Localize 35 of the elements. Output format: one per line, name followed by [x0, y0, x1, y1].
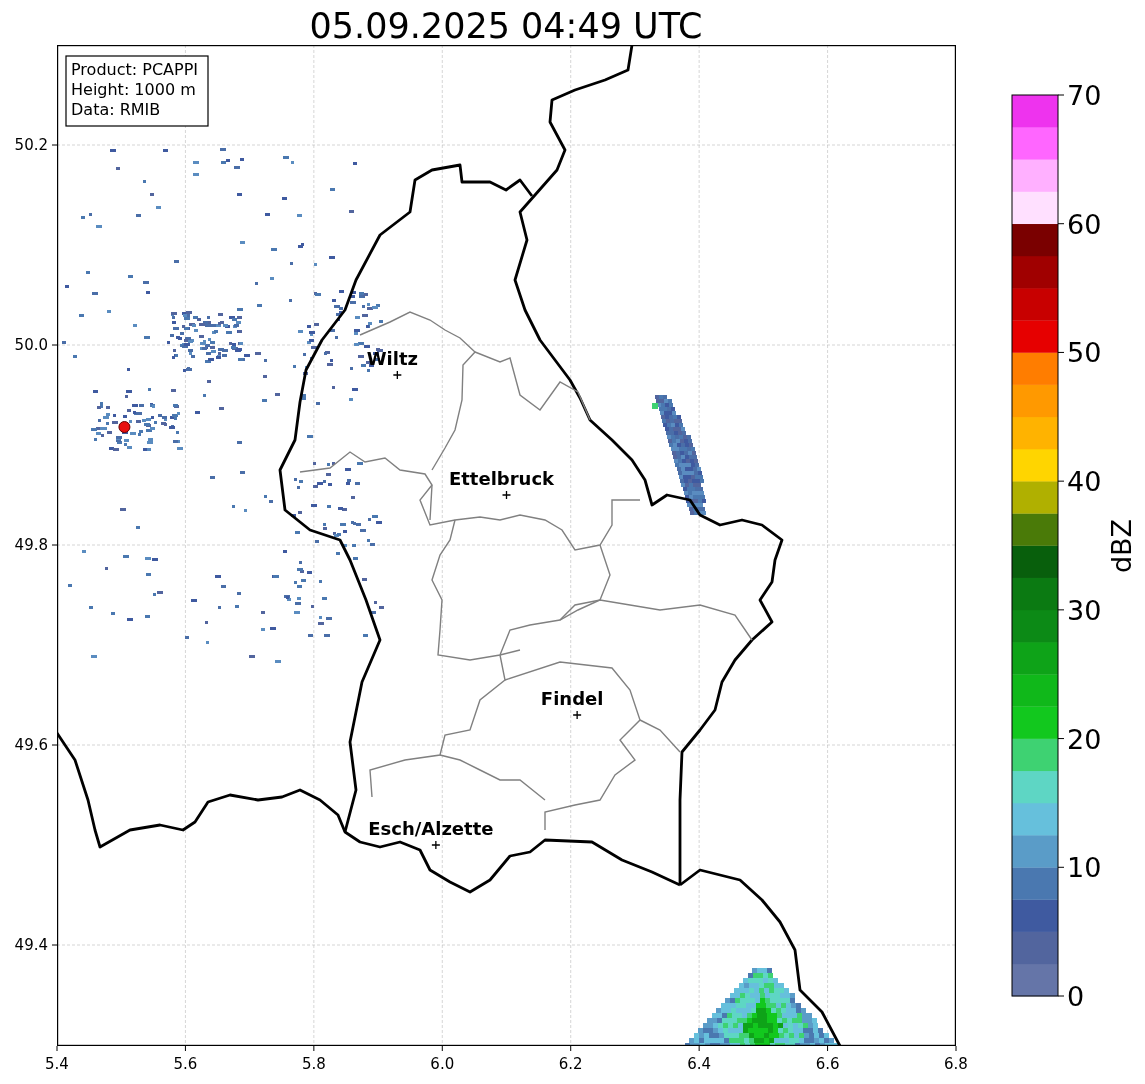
city-marker: [572, 710, 582, 720]
x-tick-label: 6.6: [815, 1055, 840, 1073]
x-tick-label: 6.0: [430, 1055, 455, 1073]
colorbar-tick-label: 40: [1067, 466, 1102, 498]
city-marker: [392, 370, 402, 380]
y-tick-label: 50.0: [14, 336, 48, 354]
colorbar-tick-label: 70: [1067, 80, 1102, 111]
y-tick-label: 49.6: [14, 736, 48, 754]
city-label: Wiltz: [366, 348, 418, 369]
city-label: Esch/Alzette: [368, 818, 494, 839]
y-tick-label: 49.4: [14, 936, 48, 954]
colorbar-tick-label: 30: [1067, 594, 1102, 626]
legend-text: Product: PCAPPI: [71, 60, 198, 79]
city-label: Findel: [540, 688, 604, 709]
chart-title: 05.09.2025 04:49 UTC: [309, 6, 703, 46]
colorbar-tick-label: 50: [1067, 337, 1102, 369]
x-tick-label: 6.2: [558, 1055, 583, 1073]
x-tick-label: 5.6: [173, 1055, 198, 1073]
legend-text: Data: RMIB: [71, 100, 161, 119]
colorbar-tick-label: 20: [1067, 723, 1102, 755]
city-label: Ettelbruck: [448, 468, 555, 489]
colorbar-tick-label: 0: [1067, 981, 1085, 1012]
radar-site-marker: [118, 421, 131, 433]
y-tick-label: 50.2: [14, 136, 48, 154]
x-tick-label: 6.8: [944, 1055, 968, 1073]
x-tick-label: 5.4: [45, 1055, 69, 1073]
x-tick-label: 6.4: [687, 1055, 712, 1073]
city-marker: [501, 490, 512, 500]
x-tick-label: 5.8: [301, 1055, 326, 1073]
y-tick-label: 49.8: [14, 536, 48, 554]
legend-text: Height: 1000 m: [71, 80, 196, 99]
colorbar-tick-label: 10: [1067, 852, 1102, 884]
city-marker: [431, 840, 441, 850]
colorbar-tick-label: 60: [1067, 208, 1102, 240]
colorbar-label: dBZ: [1106, 518, 1137, 574]
